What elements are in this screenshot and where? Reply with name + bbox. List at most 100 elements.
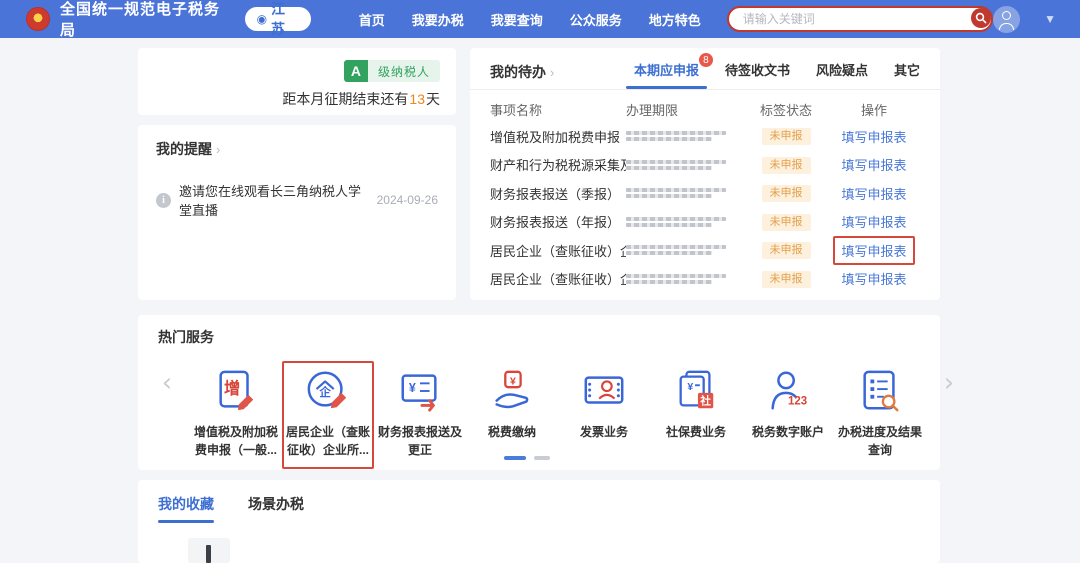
svg-text:123: 123 bbox=[788, 395, 807, 407]
todo-table: 事项名称 办理期限 标签状态 操作 增值税及附加税费申报（一般纳税人适... 未… bbox=[490, 96, 920, 293]
fill-declaration-link-highlighted[interactable]: 填写申报表 bbox=[833, 236, 914, 265]
nav-home[interactable]: 首页 bbox=[359, 10, 385, 29]
favorite-item-partial[interactable] bbox=[188, 538, 230, 563]
location-label: 江苏 bbox=[271, 0, 299, 39]
chevron-down-icon[interactable]: ▼ bbox=[1044, 12, 1056, 26]
tab-my-favorites[interactable]: 我的收藏 bbox=[158, 494, 214, 523]
favorites-card: 我的收藏 场景办税 bbox=[138, 480, 940, 563]
tax-progress-query-icon bbox=[857, 368, 903, 414]
service-tax-payment[interactable]: ¥ 税费缴纳 bbox=[466, 361, 558, 469]
my-reminders-card: 我的提醒 › i 邀请您在线观看长三角纳税人学堂直播 2024-09-26 bbox=[138, 125, 456, 300]
user-avatar[interactable] bbox=[993, 6, 1020, 33]
table-row: 财务报表报送（季报） 未申报 填写申报表 bbox=[490, 179, 920, 208]
social-insurance-icon: ¥ 社 bbox=[673, 368, 719, 414]
grade-label: 级纳税人 bbox=[368, 60, 440, 82]
nav-public-service[interactable]: 公众服务 bbox=[570, 10, 622, 29]
fill-declaration-link[interactable]: 填写申报表 bbox=[833, 264, 914, 293]
invoice-icon bbox=[581, 368, 627, 414]
col-deadline: 办理期限 bbox=[626, 100, 744, 119]
col-action: 操作 bbox=[828, 100, 920, 119]
site-title: 全国统一规范电子税务局 bbox=[60, 0, 235, 40]
redacted-deadline bbox=[626, 131, 726, 141]
status-badge: 未申报 bbox=[762, 128, 811, 145]
location-switcher[interactable]: ◉ 江苏 bbox=[245, 7, 311, 31]
info-icon: i bbox=[156, 193, 171, 208]
nav-tax-handling[interactable]: 我要办税 bbox=[412, 10, 464, 29]
resident-enterprise-income-tax-icon: 企 bbox=[305, 368, 351, 414]
carousel-next-icon[interactable]: › bbox=[940, 361, 958, 405]
nav-query[interactable]: 我要查询 bbox=[491, 10, 543, 29]
fill-declaration-link[interactable]: 填写申报表 bbox=[833, 150, 914, 179]
favorites-tabs: 我的收藏 场景办税 bbox=[158, 494, 920, 523]
tax-payment-icon: ¥ bbox=[489, 368, 535, 414]
logo: 全国统一规范电子税务局 ◉ 江苏 bbox=[26, 0, 311, 40]
status-badge: 未申报 bbox=[762, 157, 811, 174]
service-list: 增 增值税及附加税费申报（一般... 企 居民企业（查账征收）企业所... ¥ bbox=[176, 361, 940, 469]
national-emblem-icon bbox=[26, 7, 50, 31]
table-row: 财产和行为税税源采集及合并申报 未申报 填写申报表 bbox=[490, 151, 920, 180]
todo-tabs: 本期应申报 8 待签收文书 风险疑点 其它 bbox=[634, 60, 920, 89]
tab-current-declarations[interactable]: 本期应申报 8 bbox=[634, 60, 699, 89]
reminder-date: 2024-09-26 bbox=[377, 193, 438, 207]
tab-scenario-tax[interactable]: 场景办税 bbox=[248, 494, 304, 523]
tax-digital-account-icon: 123 bbox=[765, 368, 811, 414]
service-vat-declaration[interactable]: 增 增值税及附加税费申报（一般... bbox=[190, 361, 282, 469]
fill-declaration-link[interactable]: 填写申报表 bbox=[833, 179, 914, 208]
location-pin-icon: ◉ bbox=[257, 12, 267, 26]
carousel-dots bbox=[504, 456, 550, 460]
redacted-deadline bbox=[626, 245, 726, 255]
svg-text:增: 增 bbox=[224, 379, 240, 398]
top-navbar: 全国统一规范电子税务局 ◉ 江苏 首页 我要办税 我要查询 公众服务 地方特色 … bbox=[0, 0, 1080, 38]
search-bar bbox=[727, 6, 993, 32]
taxpayer-grade-card: A 级纳税人 距本月征期结束还有13天 bbox=[138, 48, 456, 115]
tab-others[interactable]: 其它 bbox=[894, 60, 920, 89]
col-item-name: 事项名称 bbox=[490, 100, 626, 119]
table-header: 事项名称 办理期限 标签状态 操作 bbox=[490, 96, 920, 122]
col-status: 标签状态 bbox=[744, 100, 828, 119]
service-invoice[interactable]: 发票业务 bbox=[558, 361, 650, 469]
chevron-right-icon: › bbox=[216, 142, 220, 157]
carousel-prev-icon[interactable]: ‹ bbox=[158, 361, 176, 405]
search-button[interactable] bbox=[971, 8, 991, 28]
tab-documents-to-sign[interactable]: 待签收文书 bbox=[725, 60, 790, 89]
service-financial-report[interactable]: ¥ 财务报表报送及更正 bbox=[374, 361, 466, 469]
redacted-deadline bbox=[626, 188, 726, 198]
taxpayer-grade-badge: A 级纳税人 bbox=[344, 60, 440, 82]
svg-text:企: 企 bbox=[318, 385, 331, 399]
status-badge: 未申报 bbox=[762, 242, 811, 259]
divider bbox=[470, 89, 940, 90]
table-row: 财务报表报送（年报） 未申报 填写申报表 bbox=[490, 208, 920, 237]
svg-text:社: 社 bbox=[699, 394, 711, 407]
table-row: 增值税及附加税费申报（一般纳税人适... 未申报 填写申报表 bbox=[490, 122, 920, 151]
reminder-item[interactable]: i 邀请您在线观看长三角纳税人学堂直播 2024-09-26 bbox=[156, 181, 438, 219]
carousel-dot[interactable] bbox=[534, 456, 550, 460]
service-tax-digital-account[interactable]: 123 税务数字账户 bbox=[742, 361, 834, 469]
status-badge: 未申报 bbox=[762, 185, 811, 202]
service-social-insurance[interactable]: ¥ 社 社保费业务 bbox=[650, 361, 742, 469]
avatar-person-icon bbox=[1002, 11, 1011, 20]
collection-period-countdown: 距本月征期结束还有13天 bbox=[282, 89, 440, 109]
reminder-text[interactable]: 邀请您在线观看长三角纳税人学堂直播 bbox=[179, 181, 365, 219]
fill-declaration-link[interactable]: 填写申报表 bbox=[833, 122, 914, 151]
todo-title[interactable]: 我的待办 › bbox=[490, 60, 554, 82]
carousel-dot-active[interactable] bbox=[504, 456, 526, 460]
todo-count-badge: 8 bbox=[699, 53, 713, 67]
status-badge: 未申报 bbox=[762, 271, 811, 288]
financial-report-icon: ¥ bbox=[397, 368, 443, 414]
svg-text:¥: ¥ bbox=[409, 381, 416, 395]
nav-local-features[interactable]: 地方特色 bbox=[649, 10, 701, 29]
days-remaining: 13 bbox=[408, 91, 426, 107]
status-badge: 未申报 bbox=[762, 214, 811, 231]
redacted-deadline bbox=[626, 274, 726, 284]
main-nav: 首页 我要办税 我要查询 公众服务 地方特色 bbox=[359, 10, 701, 29]
redacted-deadline bbox=[626, 217, 726, 227]
service-resident-enterprise-income-tax[interactable]: 企 居民企业（查账征收）企业所... bbox=[282, 361, 374, 469]
table-row-highlighted: 居民企业（查账征收）企业所得税月（... 未申报 填写申报表 bbox=[490, 236, 920, 265]
tab-risk-points[interactable]: 风险疑点 bbox=[816, 60, 868, 89]
fill-declaration-link[interactable]: 填写申报表 bbox=[833, 207, 914, 236]
service-tax-progress-query[interactable]: 办税进度及结果查询 bbox=[834, 361, 926, 469]
search-input[interactable] bbox=[727, 6, 993, 32]
vat-declare-icon: 增 bbox=[213, 368, 259, 414]
grade-letter: A bbox=[344, 60, 368, 82]
reminders-title[interactable]: 我的提醒 › bbox=[156, 139, 438, 159]
